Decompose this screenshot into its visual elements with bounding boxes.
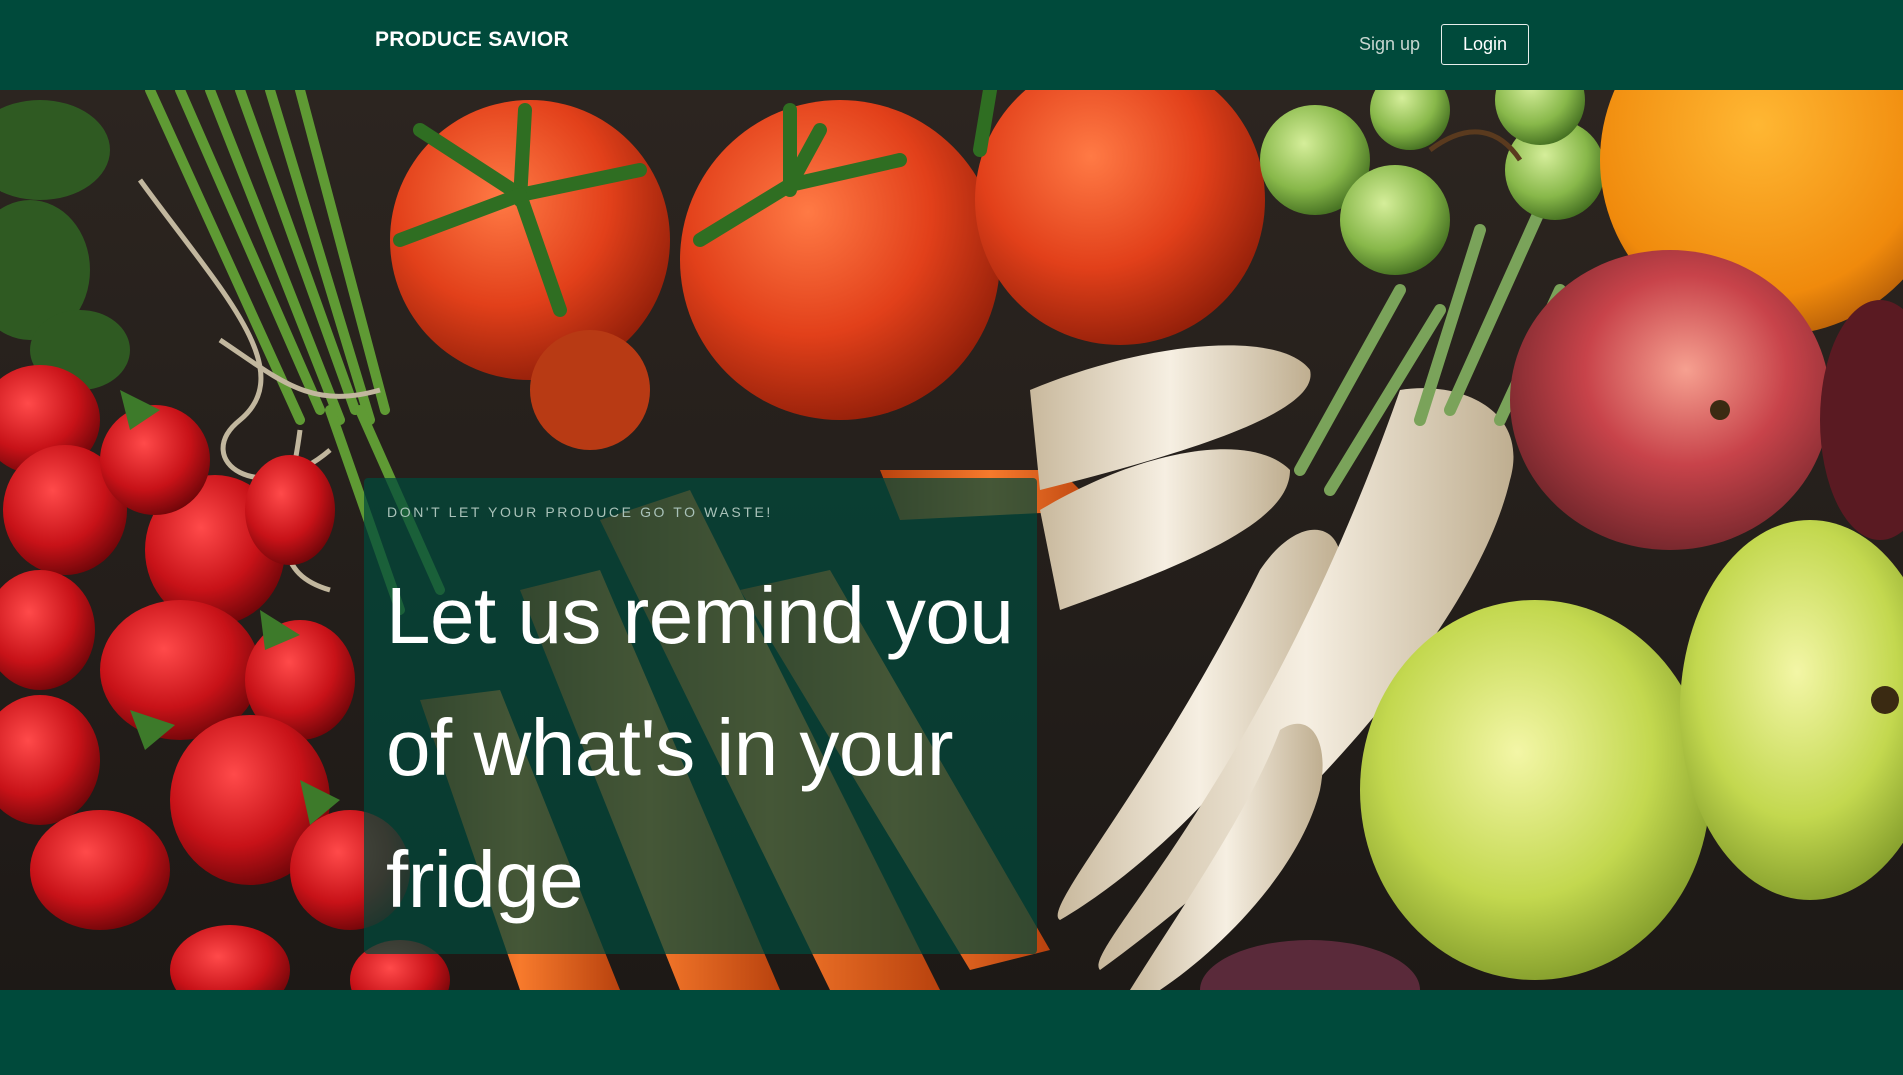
login-button[interactable]: Login bbox=[1441, 24, 1529, 65]
signup-link[interactable]: Sign up bbox=[1359, 34, 1420, 55]
bottom-band bbox=[0, 990, 1903, 1075]
hero-headline: Let us remind you of what's in your frid… bbox=[386, 571, 1014, 924]
hero-banner: DON'T LET YOUR PRODUCE GO TO WASTE! Let … bbox=[0, 90, 1903, 990]
brand-logo-text[interactable]: PRODUCE SAVIOR bbox=[375, 28, 569, 52]
hero-tagline: DON'T LET YOUR PRODUCE GO TO WASTE! bbox=[387, 504, 773, 520]
top-navbar: PRODUCE SAVIOR Sign up Login bbox=[0, 0, 1903, 90]
hero-text-panel: DON'T LET YOUR PRODUCE GO TO WASTE! Let … bbox=[364, 478, 1037, 954]
